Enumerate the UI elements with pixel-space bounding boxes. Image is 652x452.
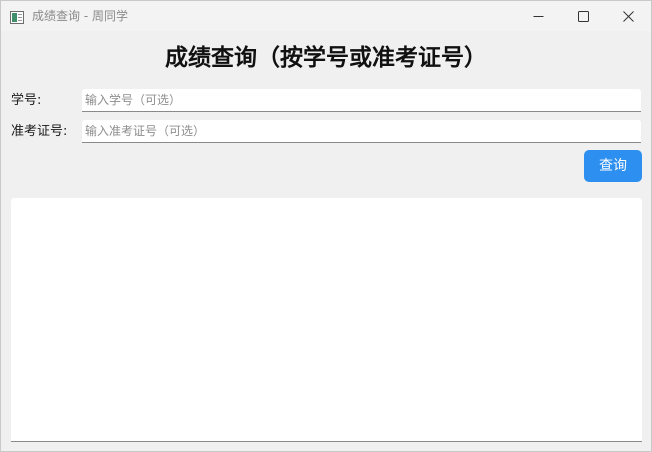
result-display-area[interactable] [11,198,642,442]
close-button[interactable] [605,1,651,31]
app-window: 成绩查询 - 周同学 成绩查询（按学号或准考证号） 学号: 输入学号（可选） 准… [0,0,652,452]
window-title: 成绩查询 - 周同学 [32,9,128,23]
minimize-button[interactable] [515,1,561,31]
maximize-button[interactable] [560,1,606,31]
title-bar[interactable]: 成绩查询 - 周同学 [1,1,651,31]
student-id-input[interactable] [82,89,641,112]
query-button[interactable]: 查询 [584,150,642,182]
maximize-icon [577,7,589,26]
exam-number-label: 准考证号: [11,124,68,139]
exam-number-input[interactable] [82,120,641,143]
app-window-icon [10,9,24,24]
student-id-label: 学号: [11,93,42,108]
close-icon [622,7,634,26]
page-title: 成绩查询（按学号或准考证号） [165,45,487,71]
minimize-icon [533,7,544,26]
